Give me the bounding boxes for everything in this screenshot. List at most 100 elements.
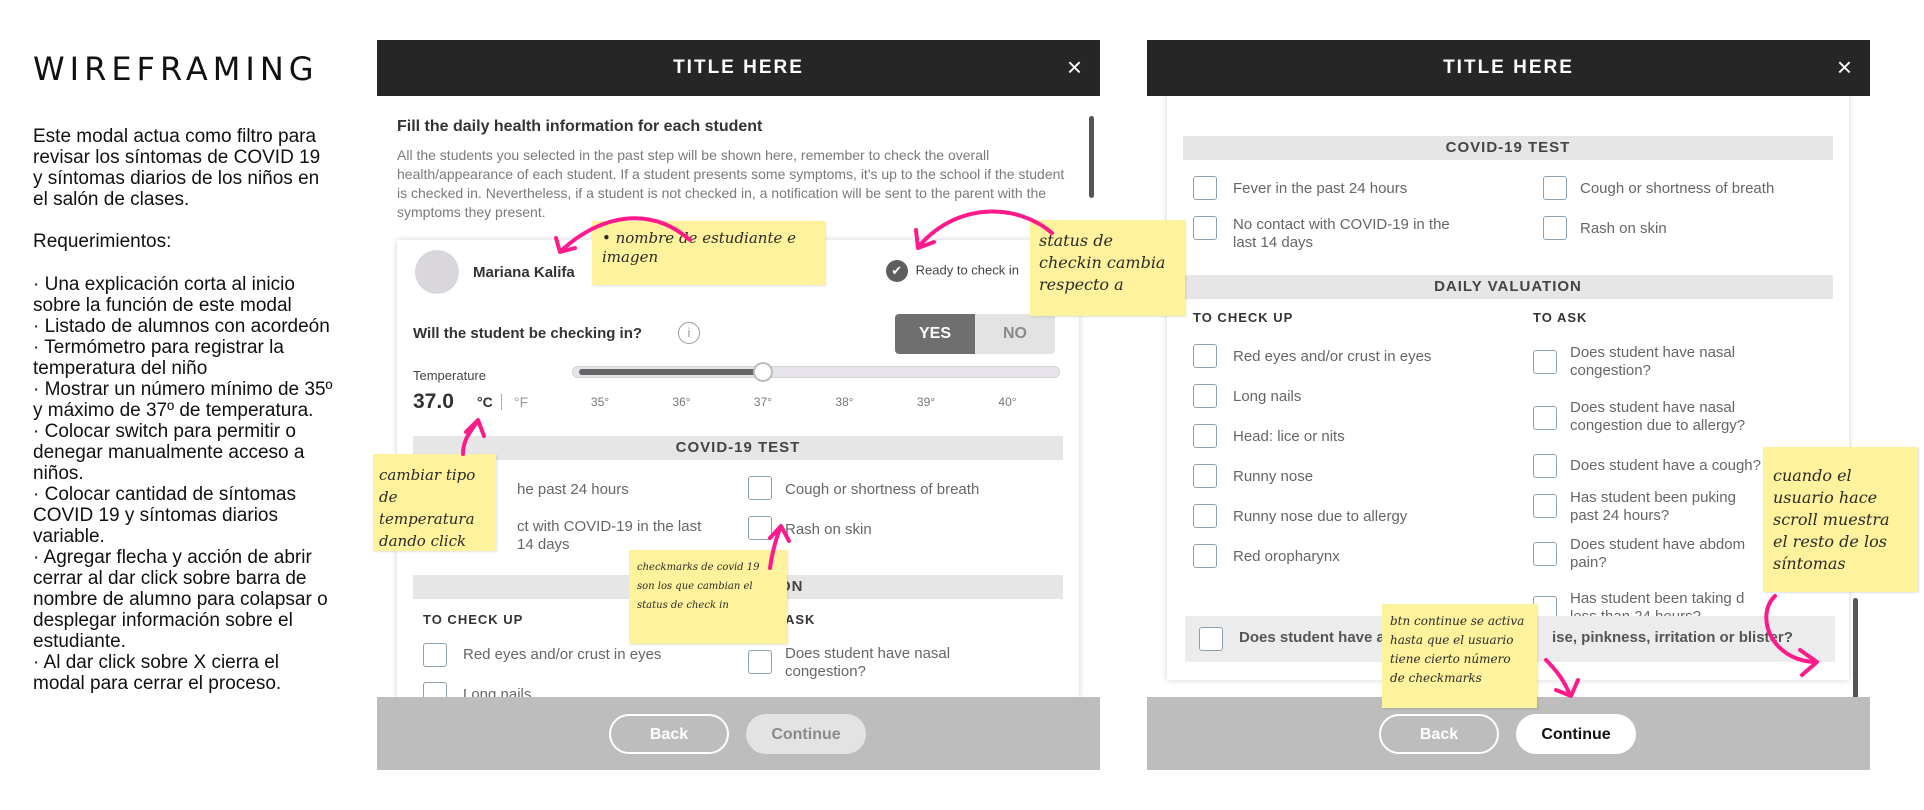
symptom-checkbox[interactable]: [748, 650, 772, 674]
symptom-label: Does student have a: [1239, 629, 1385, 646]
modal-title: TITLE HERE: [673, 57, 804, 78]
requirements-list: · Una explicación corta al inicio sobre …: [33, 274, 333, 694]
symptom-checkbox[interactable]: [1199, 627, 1223, 651]
symptom-checkbox[interactable]: [1533, 406, 1557, 430]
symptom-checkbox[interactable]: [1533, 542, 1557, 566]
symptom-checkbox[interactable]: [1193, 176, 1217, 200]
symptom-checkbox[interactable]: [748, 476, 772, 500]
brief-description: Este modal actua como filtro para revisa…: [33, 126, 321, 210]
to-ask-heading: TO ASK: [1533, 310, 1588, 325]
student-card-scrolled: COVID-19 TEST Fever in the past 24 hours…: [1167, 80, 1849, 680]
check-in-question: Will the student be checking in?: [413, 325, 643, 342]
symptom-checkbox[interactable]: [748, 516, 772, 540]
symptom-label: Rash on skin: [1580, 220, 1667, 237]
symptom-label: Cough or shortness of breath: [785, 481, 980, 498]
symptom-label: Does student have nasal congestion?: [1570, 344, 1736, 379]
symptom-label: Fever in the past 24 hours: [1233, 180, 1408, 197]
symptom-label: Runny nose: [1233, 468, 1314, 485]
symptom-label: he past 24 hours: [517, 481, 629, 498]
continue-button[interactable]: Continue: [1516, 714, 1636, 754]
covid-section-header: COVID-19 TEST: [1183, 136, 1833, 160]
intro-text: All the students you selected in the pas…: [397, 147, 1065, 220]
back-button[interactable]: Back: [609, 714, 729, 754]
symptom-label: Has student been puking past 24 hours?: [1570, 489, 1736, 524]
temperature-tick: 37°: [753, 395, 773, 409]
student-name: Mariana Kalifa: [473, 264, 575, 281]
requirement-item: · Colocar cantidad de síntomas COVID 19 …: [33, 484, 296, 547]
symptom-label: Rash on skin: [785, 521, 872, 538]
modal-title: TITLE HERE: [1443, 57, 1574, 78]
symptom-label: Head: lice or nits: [1233, 428, 1345, 445]
status-badge: ✔ Ready to check in: [885, 260, 1019, 282]
sticky-note-continue: btn continue se activa hasta que el usua…: [1382, 604, 1537, 708]
daily-section-header: DAILY VALUATION: [1183, 275, 1833, 299]
symptom-checkbox[interactable]: [1533, 494, 1557, 518]
sticky-note-checkmarks: checkmarks de covid 19 son los que cambi…: [629, 550, 787, 644]
requirements-title: Requerimientos:: [33, 231, 172, 252]
scrollbar[interactable]: [1089, 116, 1094, 198]
symptom-checkbox[interactable]: [1533, 454, 1557, 478]
sticky-note-status: status de checkin cambia respecto a: [1030, 220, 1185, 316]
sticky-note-scroll: cuando el usuario hace scroll muestra el…: [1763, 447, 1918, 592]
symptom-label: Cough or shortness of breath: [1580, 180, 1775, 197]
requirement-item: · Agregar flecha y acción de abrir cerra…: [33, 547, 328, 652]
symptom-label: Does student have nasal congestion due t…: [1570, 399, 1746, 434]
symptom-label: Does student have nasal congestion?: [785, 645, 951, 680]
back-button[interactable]: Back: [1379, 714, 1499, 754]
symptom-label: Does student have abdom pain?: [1570, 536, 1746, 571]
close-icon[interactable]: ×: [1837, 52, 1852, 83]
slider-fill: [579, 369, 763, 375]
requirement-item: · Una explicación corta al inicio sobre …: [33, 274, 295, 316]
temperature-value: 37.0: [413, 390, 454, 413]
modal-header: TITLE HERE ×: [377, 40, 1100, 96]
requirement-item: · Termómetro para registrar la temperatu…: [33, 337, 284, 379]
modal-header: TITLE HERE ×: [1147, 40, 1870, 96]
symptom-label: Runny nose due to allergy: [1233, 508, 1408, 525]
to-check-up-heading: TO CHECK UP: [423, 612, 524, 627]
unit-celsius[interactable]: °C: [477, 394, 493, 410]
requirement-item: · Al dar click sobre X cierra el modal p…: [33, 652, 282, 694]
brief-panel: WIREFRAMING Este modal actua como filtro…: [33, 50, 333, 694]
symptom-label: No contact with COVID-19 in the last 14 …: [1233, 216, 1450, 251]
info-icon[interactable]: i: [678, 322, 700, 344]
symptom-checkbox[interactable]: [1543, 176, 1567, 200]
slider-thumb[interactable]: [753, 362, 773, 382]
temperature-label: Temperature: [413, 368, 486, 383]
requirement-item: · Listado de alumnos con acordeón: [33, 316, 330, 337]
symptom-label: Red oropharynx: [1233, 548, 1340, 565]
covid-section-header: COVID-19 TEST: [413, 436, 1063, 460]
symptom-label: ise, pinkness, irritation or blister?: [1552, 629, 1793, 646]
symptom-checkbox[interactable]: [1193, 216, 1217, 240]
modal-footer: Back Continue: [377, 697, 1100, 770]
unit-fahrenheit[interactable]: °F: [514, 394, 528, 410]
temperature-tick: 35°: [590, 395, 610, 409]
check-circle-icon: ✔: [885, 260, 908, 282]
temperature-tick: 40°: [998, 395, 1017, 409]
unit-divider: [501, 394, 502, 410]
symptom-checkbox[interactable]: [1533, 350, 1557, 374]
symptom-label: Long nails: [1233, 388, 1302, 405]
symptom-checkbox[interactable]: [1193, 424, 1217, 448]
no-button[interactable]: NO: [975, 314, 1055, 354]
symptom-checkbox[interactable]: [423, 643, 447, 667]
check-in-toggle[interactable]: YES NO: [895, 314, 1055, 354]
sticky-note-temperature: cambiar tipo de temperatura dando click: [373, 454, 496, 551]
symptom-checkbox[interactable]: [1193, 504, 1217, 528]
health-modal-left: TITLE HERE × Fill the daily health infor…: [377, 40, 1100, 770]
close-icon[interactable]: ×: [1067, 52, 1082, 83]
symptom-checkbox[interactable]: [1193, 544, 1217, 568]
continue-button[interactable]: Continue: [746, 714, 866, 754]
symptom-checkbox[interactable]: [1193, 384, 1217, 408]
yes-button[interactable]: YES: [895, 314, 975, 354]
sticky-note-student-name: • nombre de estudiante e imagen: [592, 221, 825, 285]
symptom-checkbox[interactable]: [1543, 216, 1567, 240]
temperature-tick: 38°: [835, 395, 854, 409]
intro-title: Fill the daily health information for ea…: [397, 118, 763, 135]
symptom-label: Does student have a cough?: [1570, 457, 1761, 474]
wireframe-board: WIREFRAMING Este modal actua como filtro…: [0, 0, 1924, 810]
symptom-checkbox[interactable]: [1193, 464, 1217, 488]
to-ask-heading: ASK: [785, 612, 816, 627]
avatar: [415, 250, 459, 294]
symptom-checkbox[interactable]: [1193, 344, 1217, 368]
temperature-tick: 36°: [672, 395, 691, 409]
